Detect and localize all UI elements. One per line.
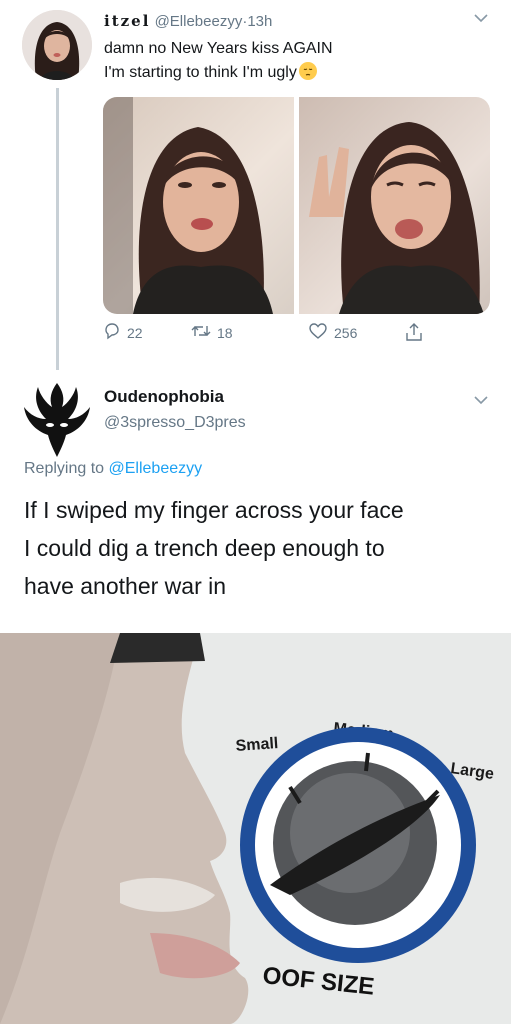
display-name[interactable]: Oudenophobia xyxy=(104,387,224,407)
original-tweet: itzel @Ellebeezyy·13h damn no New Years … xyxy=(0,0,511,370)
tweet-text-line: I'm starting to think I'm ugly xyxy=(104,64,297,81)
replying-to: Replying to @Ellebeezyy xyxy=(24,460,202,478)
tweet-text-line: If I swiped my finger across your face xyxy=(24,497,404,523)
share-icon xyxy=(405,322,423,345)
replying-prefix: Replying to xyxy=(24,460,105,477)
oof-size-meme-image: Small Medium Large OOF SIZE xyxy=(0,633,511,1024)
avatar[interactable] xyxy=(18,377,96,459)
photo-grid xyxy=(103,97,490,314)
chevron-down-icon[interactable] xyxy=(473,392,489,410)
photo-2[interactable] xyxy=(299,97,490,314)
tweet-text: If I swiped my finger across your face I… xyxy=(24,491,494,605)
reply-count: 22 xyxy=(127,324,143,341)
tweet-text: damn no New Years kiss AGAIN I'm startin… xyxy=(104,37,484,85)
tweet-text-line-2: I'm starting to think I'm ugly xyxy=(104,61,484,85)
handle[interactable]: @3spresso_D3pres xyxy=(104,414,246,432)
reply-action[interactable]: 22 xyxy=(103,322,143,343)
display-name[interactable]: itzel xyxy=(104,12,150,30)
chevron-down-icon[interactable] xyxy=(473,10,489,28)
pensive-face-emoji-icon xyxy=(298,62,317,80)
timestamp[interactable]: 13h xyxy=(247,13,272,30)
label-small: Small xyxy=(235,735,279,755)
tweet-text-line: have another war in xyxy=(24,573,227,599)
replying-handle-link[interactable]: @Ellebeezyy xyxy=(109,460,203,477)
share-action[interactable] xyxy=(405,322,423,345)
like-count: 256 xyxy=(334,324,358,341)
like-action[interactable]: 256 xyxy=(308,322,357,343)
reply-icon xyxy=(103,322,121,343)
retweet-count: 18 xyxy=(217,324,233,341)
retweet-action[interactable]: 18 xyxy=(191,322,233,343)
avatar[interactable] xyxy=(22,10,92,80)
tweet-text-line: damn no New Years kiss AGAIN xyxy=(104,40,333,57)
photo-1[interactable] xyxy=(103,97,294,314)
retweet-icon xyxy=(191,322,211,343)
handle[interactable]: @Ellebeezyy xyxy=(155,13,243,30)
like-icon xyxy=(308,322,328,343)
tweet-text-line: I could dig a trench deep enough to xyxy=(24,535,385,561)
reply-tweet: Oudenophobia @3spresso_D3pres Replying t… xyxy=(0,365,511,635)
tweet-header: itzel @Ellebeezyy·13h xyxy=(104,12,272,30)
tweet-actions: 22 18 256 xyxy=(103,322,443,348)
thread-line xyxy=(56,88,59,370)
